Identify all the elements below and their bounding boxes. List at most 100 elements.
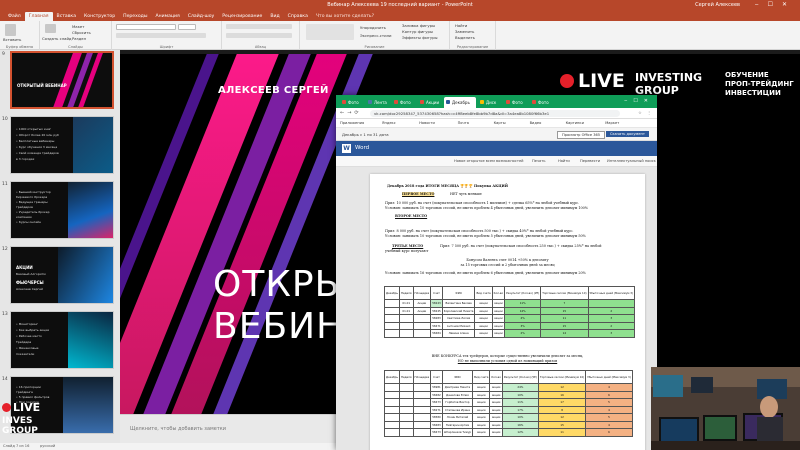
window-controls[interactable]: ‒☐✕ bbox=[755, 1, 796, 8]
view-office-button[interactable]: Просмотр Office 365 bbox=[557, 131, 606, 139]
browser-tab[interactable]: Лента bbox=[366, 97, 390, 108]
download-document-button[interactable]: Скачать документ bbox=[606, 131, 649, 137]
bookmark-item[interactable]: Картинки bbox=[566, 121, 584, 125]
tab-favicon-icon bbox=[506, 100, 510, 104]
table-cell: 8 bbox=[537, 405, 587, 414]
toolbar-find[interactable]: Найти bbox=[558, 159, 570, 163]
thumbnail-row[interactable]: 11 • Бывший инструктор биржевого брокера… bbox=[0, 180, 120, 240]
tagline-3: ИНВЕСТИЦИИ bbox=[725, 89, 781, 97]
table-cell: акции bbox=[489, 390, 503, 399]
ribbon-tab[interactable]: Вставка bbox=[53, 12, 80, 21]
ribbon-tab[interactable]: Слайд-шоу bbox=[184, 12, 219, 21]
group-paragraph: Абзац bbox=[222, 21, 300, 50]
toolbar-translate[interactable]: Перевести bbox=[580, 159, 600, 163]
bookmark-item[interactable]: Карты bbox=[494, 121, 506, 125]
thumb-line: • Учредитель брокер bbox=[16, 210, 50, 214]
prize3-conditions: Условия: занимать 16 торговых сессий, не… bbox=[385, 271, 586, 275]
group-clipboard: Вставить Буфер обмена bbox=[0, 21, 40, 50]
shapes-gallery[interactable] bbox=[306, 24, 354, 40]
bookmark-item[interactable]: Видео bbox=[530, 121, 542, 125]
slide-thumbnail[interactable]: ОТКРЫТЫЙ ВЕБИНАР bbox=[10, 51, 114, 109]
font-size-select[interactable] bbox=[178, 24, 196, 30]
paste-icon[interactable] bbox=[5, 24, 16, 36]
slide-number: 14 bbox=[2, 377, 8, 382]
table-cell: 16 bbox=[537, 390, 587, 399]
slide-thumbnail[interactable]: • Мониторинг • Как выбрать акции • Рабоч… bbox=[10, 311, 114, 369]
browser-tab[interactable]: Диск bbox=[478, 97, 502, 108]
bookmark-item[interactable]: Яндекс bbox=[382, 121, 396, 125]
table-cell: 01.01 bbox=[399, 299, 414, 308]
quick-styles-button[interactable]: Экспресс-стили bbox=[360, 33, 391, 38]
browser-window-controls[interactable]: ‒☐✕ bbox=[624, 98, 654, 104]
extensions-icons[interactable]: ☆ ⋮ bbox=[638, 110, 653, 115]
table-cell bbox=[412, 428, 432, 437]
browser-tab[interactable]: Фото bbox=[392, 97, 416, 108]
table-cell bbox=[399, 383, 414, 392]
shape-outline-button[interactable]: Контур фигуры bbox=[402, 29, 433, 34]
ribbon-tab[interactable]: Анимация bbox=[151, 12, 183, 21]
font-format-buttons[interactable] bbox=[116, 33, 206, 38]
thumbnail-row[interactable]: 13 • Мониторинг • Как выбрать акции • Ра… bbox=[0, 310, 120, 370]
find-button[interactable]: Найти bbox=[455, 23, 467, 28]
document-page: Декабрь 2018 года ИТОГИ МЕСЯЦА 🏆🏆🏆 Покуп… bbox=[370, 174, 645, 450]
ribbon-tab[interactable]: Главная bbox=[24, 12, 53, 21]
bookmark-item[interactable]: Маркет bbox=[605, 121, 619, 125]
thumbnail-row[interactable]: 10 • 1000 открытых книг • Оборот более 2… bbox=[0, 115, 120, 175]
word-toolbar: Новое открытое всем возможностей Печать … bbox=[336, 156, 657, 167]
table-cell: 4% bbox=[504, 314, 542, 323]
reset-button[interactable]: Сбросить bbox=[72, 30, 91, 35]
bookmark-item[interactable]: Почта bbox=[458, 121, 469, 125]
tagline-1: ОБУЧЕНИЕ bbox=[725, 71, 769, 79]
table-cell: 3 bbox=[587, 329, 636, 338]
table-header-cell: Торговые сессии (Минимум 10) bbox=[540, 286, 589, 300]
bookmark-item[interactable]: Новости bbox=[419, 121, 435, 125]
browser-tab[interactable]: Фото bbox=[504, 97, 528, 108]
browser-tab[interactable]: Фото bbox=[340, 97, 364, 108]
language-indicator[interactable]: русский bbox=[40, 444, 55, 448]
arrange-button[interactable]: Упорядочить bbox=[360, 25, 386, 30]
table-cell: 2 bbox=[587, 321, 636, 330]
slide-thumbnail[interactable]: • 1000 открытых книг • Оборот более 20 м… bbox=[10, 116, 114, 174]
slide-thumbnail[interactable]: • Бывший инструктор биржевого брокера • … bbox=[10, 181, 114, 239]
browser-tab[interactable]: Фото bbox=[530, 97, 554, 108]
toolbar-open[interactable]: Новое открытое всем возможностей bbox=[454, 159, 524, 163]
browser-tab[interactable]: Акции bbox=[418, 97, 442, 108]
slide-thumbnail[interactable]: АКЦИИ Базовый Алгоритм ФЬЮЧЕРСЫ Алексеев… bbox=[10, 246, 114, 304]
ribbon-tab[interactable]: Конструктор bbox=[80, 12, 119, 21]
paste-button[interactable]: Вставить bbox=[3, 37, 21, 42]
align-buttons[interactable] bbox=[226, 33, 292, 38]
shape-effects-button[interactable]: Эффекты фигуры bbox=[402, 35, 438, 40]
thumbnail-row[interactable]: 12 АКЦИИ Базовый Алгоритм ФЬЮЧЕРСЫ Алекс… bbox=[0, 245, 120, 305]
toolbar-print[interactable]: Печать bbox=[532, 159, 545, 163]
thumbnail-row[interactable]: 9 ОТКРЫТЫЙ ВЕБИНАР bbox=[0, 50, 120, 110]
document-viewer[interactable]: Декабрь 2018 года ИТОГИ МЕСЯЦА 🏆🏆🏆 Покуп… bbox=[336, 167, 657, 450]
ribbon-tab[interactable]: Рецензирование bbox=[218, 12, 266, 21]
section-button[interactable]: Раздел bbox=[72, 36, 86, 41]
replace-button[interactable]: Заменить bbox=[455, 29, 474, 34]
ribbon-tab[interactable]: Вид bbox=[266, 12, 283, 21]
ribbon-tab[interactable]: Файл bbox=[4, 12, 25, 21]
table-cell: акции bbox=[474, 299, 493, 308]
ribbon-tab[interactable]: Переходы bbox=[119, 12, 151, 21]
list-buttons[interactable] bbox=[226, 24, 292, 29]
new-slide-button[interactable]: Создать слайд bbox=[42, 36, 72, 41]
ribbon-tab[interactable]: Справка bbox=[284, 12, 312, 21]
select-button[interactable]: Выделить bbox=[455, 35, 475, 40]
doc-heading: Декабрь 2018 года ИТОГИ МЕСЯЦА 🏆🏆🏆 Покуп… bbox=[387, 184, 508, 188]
font-family-select[interactable] bbox=[116, 24, 176, 30]
browser-tab[interactable]: Декабрь bbox=[444, 97, 476, 108]
table-cell bbox=[412, 329, 432, 338]
webcam-image bbox=[651, 367, 800, 450]
tell-me-search[interactable]: Что вы хотите сделать? bbox=[312, 12, 378, 21]
url-input[interactable]: vk.com/doc29258347_537430658?hash=c4ff8e… bbox=[370, 110, 620, 117]
table-cell: Ниягарин Артем bbox=[441, 420, 474, 429]
layout-button[interactable]: Макет bbox=[72, 24, 84, 29]
table-row: 58473 Штерленков Тимур акции акции 12% 11 6 bbox=[384, 428, 633, 437]
table-header-cell: Кол-во bbox=[491, 286, 506, 300]
shape-fill-button[interactable]: Заливка фигуры bbox=[402, 23, 435, 28]
bookmark-item[interactable]: Приложения bbox=[340, 121, 364, 125]
new-slide-icon[interactable] bbox=[45, 24, 56, 33]
nav-buttons[interactable]: ←→⟳ bbox=[340, 110, 362, 116]
user-name[interactable]: Сергей Алексеев bbox=[695, 2, 740, 8]
toolbar-smart-lookup[interactable]: Интеллектуальный поиск bbox=[607, 159, 656, 163]
